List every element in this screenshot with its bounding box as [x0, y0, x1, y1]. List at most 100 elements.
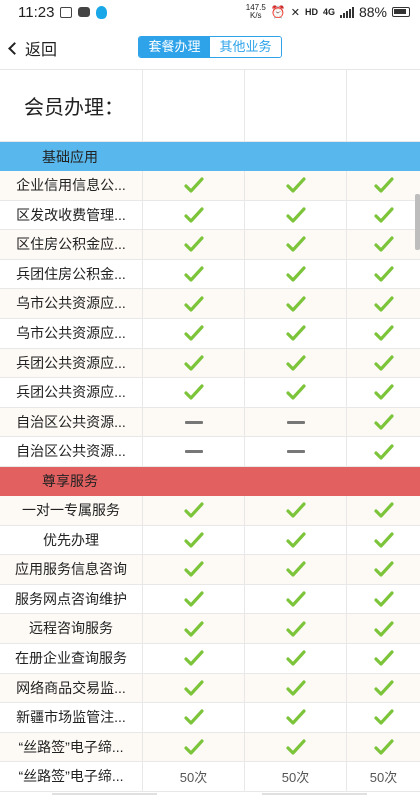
- feature-name: 兵团公共资源应...: [0, 348, 143, 378]
- table-row: 兵团住房公积金...: [0, 259, 420, 290]
- plan-column-3: [347, 70, 420, 141]
- not-included-icon: [245, 407, 347, 437]
- check-icon: [143, 171, 245, 200]
- feature-name: 兵团住房公积金...: [0, 259, 143, 289]
- quota-value: 50次: [369, 770, 398, 786]
- check-icon: [347, 408, 420, 437]
- feature-name: “丝路签”电子缔...: [0, 762, 143, 791]
- table-row: 乌市公共资源应...: [0, 318, 420, 349]
- feature-name: 乌市公共资源应...: [0, 289, 143, 318]
- check-icon: [245, 643, 347, 673]
- table-row: 兵团公共资源应...: [0, 378, 420, 408]
- check-icon: [143, 703, 245, 732]
- table-row: 自治区公共资源...: [0, 437, 420, 467]
- network-speed-unit: K/s: [249, 11, 262, 20]
- network-speed: 147.5 K/s: [246, 4, 266, 20]
- table-body: 基础应用 企业信用信息公... 区发改收费管理... 区住房公积金应... 兵团住房公积…: [0, 142, 420, 792]
- alarm-icon: ⏰: [270, 5, 286, 19]
- section-header: 尊享服务: [0, 466, 420, 496]
- feature-name: 应用服务信息咨询: [0, 555, 143, 584]
- signal-icon: [339, 6, 354, 18]
- segment-control: 套餐办理 其他业务: [138, 36, 282, 58]
- feature-name: 自治区公共资源...: [0, 407, 143, 437]
- check-icon: [347, 349, 420, 378]
- check-icon: [347, 555, 420, 584]
- table-row: 新疆市场监管注...: [0, 703, 420, 733]
- chevron-left-icon: [8, 42, 21, 55]
- check-icon: [347, 585, 420, 614]
- message-notification-icon: [78, 7, 91, 17]
- status-time: 11:23: [18, 3, 55, 21]
- mute-icon: ✕: [290, 6, 300, 19]
- dash-icon: [286, 420, 305, 424]
- status-left: 11:23: [18, 3, 108, 21]
- check-icon: [245, 171, 347, 200]
- table-row: 兵团公共资源应...: [0, 348, 420, 379]
- feature-name: 网络商品交易监...: [0, 673, 143, 703]
- quota-value: 50次: [245, 762, 347, 791]
- hd-indicator: HD: [304, 7, 318, 17]
- check-icon: [143, 230, 245, 259]
- check-icon: [347, 260, 420, 289]
- feature-name: 服务网点咨询维护: [0, 584, 143, 614]
- tab-package[interactable]: 套餐办理: [139, 37, 210, 57]
- image-notification-icon: [60, 6, 73, 18]
- check-icon: [245, 289, 347, 318]
- check-icon: [245, 495, 347, 525]
- battery-percent: 88%: [358, 4, 387, 20]
- check-icon: [347, 614, 420, 643]
- plan-column-2: [245, 70, 347, 141]
- check-icon: [245, 259, 347, 289]
- check-icon: [245, 584, 347, 614]
- back-button[interactable]: 返回: [8, 36, 57, 60]
- battery-icon: [392, 7, 410, 17]
- table-row: 自治区公共资源...: [0, 407, 420, 438]
- plan-column-1: [143, 70, 245, 141]
- feature-name: 区发改收费管理...: [0, 200, 143, 230]
- check-icon: [245, 703, 347, 732]
- check-icon: [347, 733, 420, 762]
- check-icon: [347, 496, 420, 525]
- table-row: 区发改收费管理...: [0, 200, 420, 231]
- check-icon: [347, 289, 420, 318]
- feature-name: 兵团公共资源应...: [0, 378, 143, 407]
- table-row: “丝路签”电子缔...: [0, 732, 420, 763]
- quota-value: 50次: [143, 762, 245, 791]
- table-row: 区住房公积金应...: [0, 230, 420, 260]
- table-row: 应用服务信息咨询: [0, 555, 420, 585]
- status-right: 147.5 K/s ⏰ ✕ HD 4G 88%: [246, 4, 410, 20]
- check-icon: [347, 378, 420, 407]
- check-icon: [143, 525, 245, 555]
- dash-icon: [286, 450, 305, 454]
- table-header: 会员办理：: [0, 70, 420, 142]
- scroll-handle[interactable]: [415, 194, 420, 250]
- section-header: 基础应用: [0, 142, 420, 171]
- table-row: 一对一专属服务: [0, 495, 420, 526]
- feature-name: 一对一专属服务: [0, 495, 143, 525]
- table-title: 会员办理：: [0, 70, 143, 141]
- table-row: 企业信用信息公...: [0, 171, 420, 201]
- tab-other-business[interactable]: 其他业务: [210, 37, 281, 57]
- feature-name: 企业信用信息公...: [0, 171, 143, 200]
- feature-name: 乌市公共资源应...: [0, 318, 143, 348]
- check-icon: [245, 732, 347, 762]
- dash-icon: [184, 450, 203, 454]
- network-type: 4G: [322, 7, 335, 17]
- table-row: “丝路签”电子缔... 50次 50次 50次: [0, 762, 420, 792]
- feature-name: “丝路签”电子缔...: [0, 732, 143, 762]
- not-included-icon: [245, 437, 347, 466]
- not-included-icon: [143, 407, 245, 437]
- table-row: 服务网点咨询维护: [0, 584, 420, 615]
- bottom-divider-left: [52, 793, 157, 795]
- check-icon: [143, 673, 245, 703]
- feature-name: 优先办理: [0, 525, 143, 555]
- bottom-divider-right: [262, 793, 367, 795]
- check-icon: [347, 703, 420, 732]
- check-icon: [245, 555, 347, 584]
- check-icon: [143, 555, 245, 584]
- check-icon: [143, 378, 245, 407]
- check-icon: [347, 437, 420, 466]
- check-icon: [143, 584, 245, 614]
- check-icon: [347, 171, 420, 200]
- dash-icon: [184, 420, 203, 424]
